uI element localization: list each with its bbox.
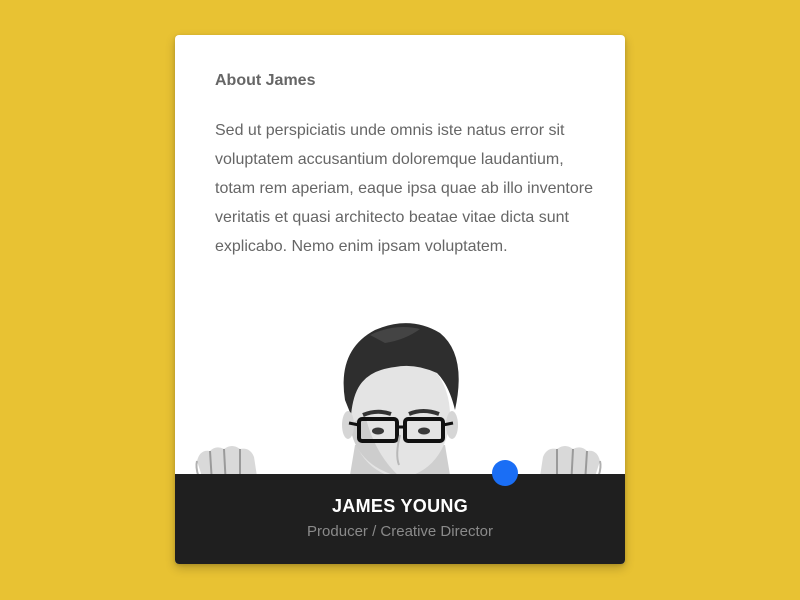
profile-footer: JAMES YOUNG Producer / Creative Director (175, 474, 625, 564)
profile-name: JAMES YOUNG (332, 496, 468, 516)
about-heading: About James (215, 72, 316, 89)
profile-card: About James Sed ut perspiciatis unde omn… (175, 35, 625, 564)
online-status-icon (492, 460, 518, 486)
bio-text: Sed ut perspiciatis unde omnis iste natu… (215, 122, 593, 255)
avatar (342, 323, 459, 475)
profile-role: Producer / Creative Director (307, 523, 493, 540)
